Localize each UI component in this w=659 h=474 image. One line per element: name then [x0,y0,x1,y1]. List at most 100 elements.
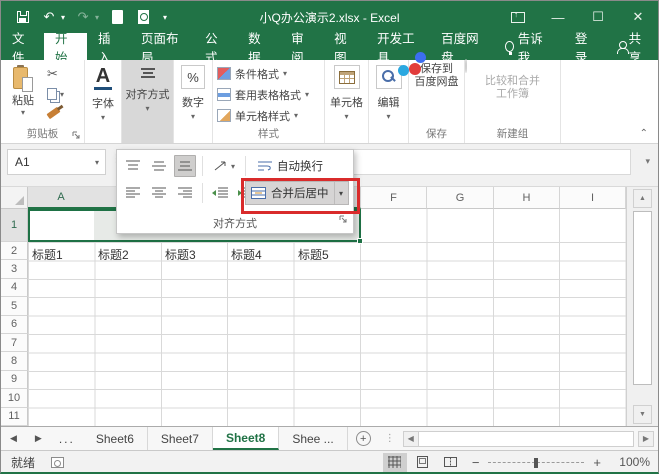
hscroll-right-icon[interactable]: ▶ [638,431,654,447]
format-as-table-button[interactable]: 套用表格格式▾ [217,84,324,105]
zoom-in-icon[interactable]: + [588,455,606,470]
hscroll-left-icon[interactable]: ◀ [403,431,419,447]
tab-data[interactable]: 数据 [237,33,280,60]
sheet-tab-truncated[interactable]: Shee ... [279,427,347,450]
save-icon[interactable] [15,9,31,25]
new-document-icon[interactable] [109,9,125,25]
name-box-dropdown-icon[interactable]: ▾ [95,158,105,167]
new-sheet-button[interactable]: + [348,427,379,450]
format-as-table-icon [217,88,231,101]
column-header-I[interactable]: I [560,187,626,209]
sheet-tab-sheet8[interactable]: Sheet8 [213,427,279,450]
vertical-scrollbar[interactable]: ▲ ▼ [626,187,658,426]
vertical-scroll-thumb[interactable] [633,211,652,385]
copy-icon[interactable] [47,88,57,100]
row-header-4[interactable]: 4 [1,279,28,297]
sheet-nav-ellipsis[interactable]: ... [51,427,83,450]
cell-D2[interactable]: 标题4 [227,245,293,263]
collapse-ribbon-icon[interactable]: ⌃ [640,128,648,139]
column-header-G[interactable]: G [427,187,494,209]
normal-view-icon[interactable] [383,453,407,472]
align-left-icon[interactable] [122,182,144,204]
zoom-level[interactable]: 100% [610,455,650,469]
clipboard-dialog-launcher-icon[interactable] [72,131,81,140]
row-header-2[interactable]: 2 [1,242,28,260]
row-header-11[interactable]: 11 [1,408,28,426]
cells-dropdown-icon: ▾ [344,112,348,121]
align-bottom-icon[interactable] [174,155,196,177]
format-painter-icon[interactable] [46,107,60,119]
ribbon-tab-row: 文件 开始 插入 页面布局 公式 数据 审阅 视图 开发工具 百度网盘 告诉我.… [1,33,658,60]
tab-formulas[interactable]: 公式 [194,33,237,60]
tab-page-layout[interactable]: 页面布局 [130,33,194,60]
cell-E2[interactable]: 标题5 [294,245,360,263]
name-box[interactable]: A1 ▾ [7,149,106,175]
align-right-icon[interactable] [174,182,196,204]
sheet-tab-sheet6[interactable]: Sheet6 [83,427,148,450]
undo-dropdown-icon[interactable]: ▾ [61,13,65,22]
cell-C2[interactable]: 标题3 [161,245,227,263]
number-dropdown-icon: ▾ [191,112,195,121]
cell-A2[interactable]: 标题1 [28,245,94,263]
cut-icon[interactable]: ✂ [47,66,58,82]
row-header-10[interactable]: 10 [1,389,28,407]
tab-baidu-netdisk[interactable]: 百度网盘 [430,33,494,60]
cells-group-collapsed[interactable]: 单元格 ▾ [325,60,369,143]
zoom-thumb[interactable] [534,458,538,468]
row-header-1[interactable]: 1 [1,209,28,242]
cell-B2[interactable]: 标题2 [94,245,160,263]
redo-dropdown-icon: ▾ [95,13,99,22]
font-dropdown-icon: ▾ [101,113,105,122]
tab-home[interactable]: 开始 [44,33,87,60]
zoom-slider[interactable] [488,462,584,463]
align-center-icon[interactable] [148,182,170,204]
row-header-3[interactable]: 3 [1,260,28,278]
page-break-view-icon[interactable] [439,453,463,472]
save-to-baidu-button[interactable]: 保存到百度网盘 [409,63,464,89]
customize-qat-icon[interactable]: ▾ [163,13,167,22]
scroll-down-icon[interactable]: ▼ [633,405,652,424]
wrap-text-button[interactable]: 自动换行 [252,155,329,177]
font-group-collapsed[interactable]: A 字体 ▾ [85,60,122,143]
column-header-A[interactable]: A [28,187,95,209]
zoom-out-icon[interactable]: − [467,455,485,470]
undo-icon[interactable]: ↶ [41,9,57,25]
number-group-collapsed[interactable]: % 数字 ▾ [174,60,213,143]
tab-view[interactable]: 视图 [323,33,366,60]
redo-icon: ↷ [75,9,91,25]
sheet-nav-right-icon[interactable]: ▶ [26,427,51,450]
column-header-F[interactable]: F [361,187,427,209]
row-header-8[interactable]: 8 [1,352,28,370]
page-layout-view-icon[interactable] [411,453,435,472]
orientation-icon[interactable]: ▾ [209,155,239,177]
styles-group-label: 样式 [213,126,324,141]
print-preview-icon[interactable] [135,9,151,25]
column-header-H[interactable]: H [494,187,560,209]
row-header-5[interactable]: 5 [1,297,28,315]
sheet-nav-left-icon[interactable]: ◀ [1,427,26,450]
row-header-6[interactable]: 6 [1,316,28,334]
sheet-tab-sheet7[interactable]: Sheet7 [148,427,213,450]
macro-record-icon[interactable] [51,457,64,468]
row-header-9[interactable]: 9 [1,371,28,389]
select-all-corner[interactable] [1,187,28,209]
cell-styles-button[interactable]: 单元格样式▾ [217,105,324,126]
align-middle-icon[interactable] [148,155,170,177]
align-top-icon[interactable] [122,155,144,177]
horizontal-scrollbar[interactable]: ◀ ▶ [403,430,654,447]
new-group-label: 新建组 [465,126,560,141]
scroll-up-icon[interactable]: ▲ [633,189,652,208]
hscroll-track[interactable] [419,431,634,447]
row-headers: 1 2 3 4 5 6 7 8 9 10 11 [1,209,28,426]
fill-handle[interactable] [357,238,363,244]
decrease-indent-icon[interactable] [209,182,231,204]
row-header-7[interactable]: 7 [1,334,28,352]
expand-formula-bar-icon[interactable]: ▾ [645,156,650,167]
paste-icon [13,66,33,92]
alignment-group-collapsed[interactable]: 对齐方式 ▾ [122,60,174,143]
conditional-formatting-button[interactable]: 条件格式▾ [217,63,324,84]
tab-review[interactable]: 审阅 [280,33,323,60]
paste-dropdown-icon[interactable]: ▾ [21,108,25,117]
tab-file[interactable]: 文件 [1,33,44,60]
tab-insert[interactable]: 插入 [87,33,130,60]
